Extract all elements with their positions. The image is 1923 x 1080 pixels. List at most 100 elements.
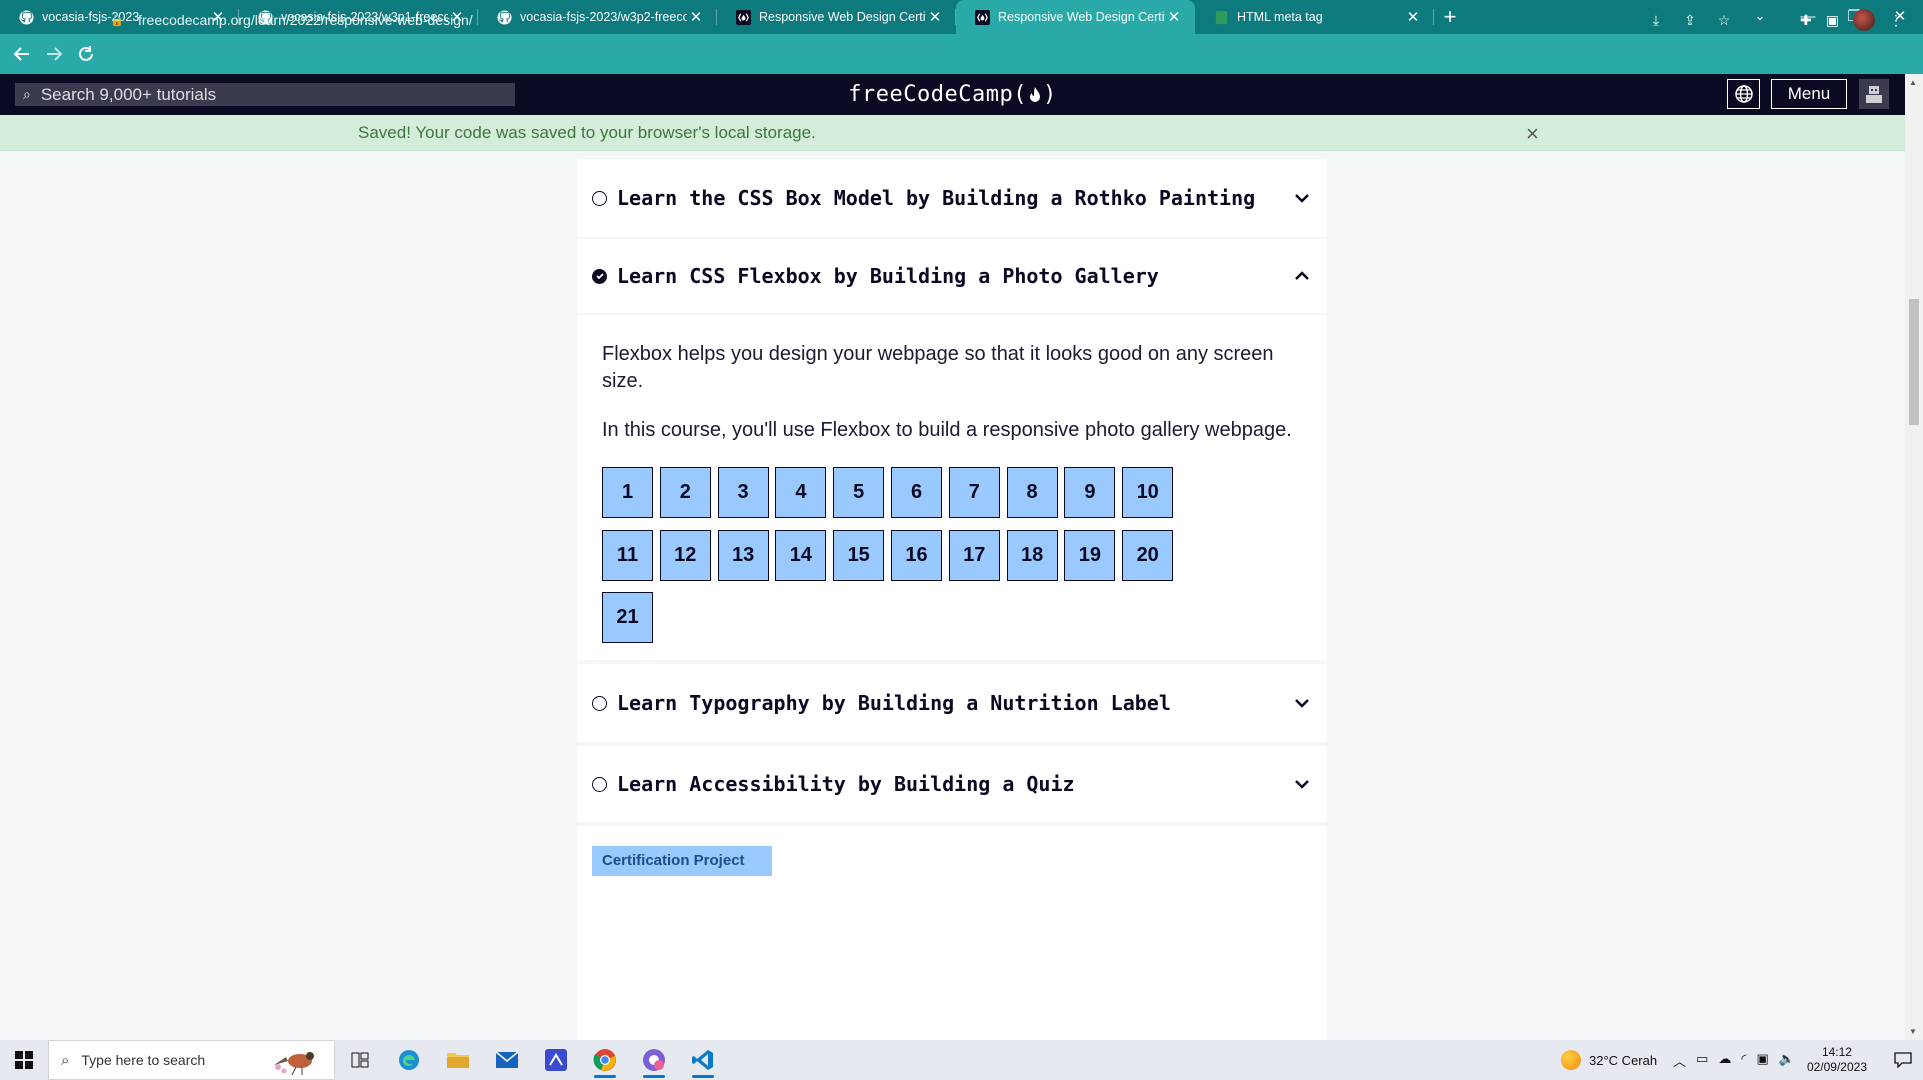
scroll-thumb[interactable] [1909,299,1919,425]
curriculum-content: Learn the CSS Box Model by Building a Ro… [0,151,1905,1040]
weather-sun-icon [1561,1050,1582,1070]
volume-icon[interactable]: 🔈 [1779,1051,1795,1070]
step-button[interactable]: 14 [775,529,827,581]
forward-button[interactable] [38,38,70,70]
language-globe-button[interactable] [1727,79,1760,109]
browser-menu-icon[interactable]: ⋮ [1889,12,1903,29]
task-view-icon[interactable] [335,1040,384,1080]
omnibox-actions: ⤓ ⇪ ☆ [1645,4,1735,36]
start-button[interactable] [0,1040,48,1080]
flame-icon [1028,86,1042,104]
step-button[interactable]: 9 [1064,467,1116,518]
step-button[interactable]: 7 [948,467,1000,518]
block-header[interactable]: Learn Typography by Building a Nutrition… [577,664,1327,742]
chevron-up-icon [1277,271,1327,281]
taskbar-search-input[interactable]: ⌕ Type here to search [48,1040,335,1080]
fcc-logo-text-right: ) [1042,82,1057,107]
incomplete-circle-icon [592,776,607,792]
step-button[interactable]: 4 [775,467,827,518]
description-paragraph: Flexbox helps you design your webpage so… [602,343,1274,392]
step-button[interactable]: 12 [659,529,711,581]
clock[interactable]: 14:12 02/09/2023 [1807,1045,1867,1075]
vscode-icon[interactable] [678,1040,727,1080]
taskbar-search-placeholder: Type here to search [81,1052,206,1068]
step-button[interactable]: 20 [1122,529,1174,581]
page-scrollbar[interactable]: ▲ ▼ [1905,74,1923,1040]
fcc-logo-text-left: freeCodeCamp( [848,82,1027,107]
block-title: Learn the CSS Box Model by Building a Ro… [617,186,1256,210]
step-button[interactable]: 1 [602,467,653,518]
tray-icons: ︿ ▭ ☁ ◜ ▣ 🔈 [1673,1051,1795,1070]
scroll-up-arrow-icon[interactable]: ▲ [1909,78,1917,87]
step-button[interactable]: 19 [1064,529,1116,581]
step-button[interactable]: 2 [659,467,711,518]
extensions-area: ✚ ▣ ⋮ [1800,4,1903,36]
fcc-navbar: ⌕ Search 9,000+ tutorials freeCodeCamp( … [0,74,1905,115]
wifi-icon[interactable]: ◜ [1741,1051,1746,1070]
install-app-icon[interactable]: ⤓ [1645,12,1667,29]
globe-icon [1734,85,1753,103]
chrome-icon[interactable] [580,1040,629,1080]
chevron-down-icon [1277,779,1327,789]
edge-browser-icon[interactable] [384,1040,433,1080]
system-tray: 32°C Cerah ︿ ▭ ☁ ◜ ▣ 🔈 14:12 02/09/2023 [1561,1040,1923,1080]
chrome-profile-icon[interactable] [629,1040,678,1080]
reload-button[interactable] [70,38,102,70]
side-panel-icon[interactable]: ▣ [1826,12,1839,29]
block-header[interactable]: Learn the CSS Box Model by Building a Ro… [577,159,1327,237]
step-button[interactable]: 10 [1122,467,1174,518]
step-button[interactable]: 3 [717,467,769,518]
windows-logo-icon [15,1051,33,1069]
incomplete-circle-icon [592,190,607,206]
block-header[interactable]: Learn Accessibility by Building a Quiz [577,746,1327,822]
block-certification-project: Certification Project [577,826,1327,1040]
visual-studio-icon[interactable] [531,1040,580,1080]
show-hidden-icons-chevron-icon[interactable]: ︿ [1673,1051,1686,1070]
profile-avatar[interactable] [1853,9,1875,31]
clock-date: 02/09/2023 [1806,1060,1867,1074]
bird-illustration-icon [274,1052,314,1076]
flash-close-button[interactable]: × [1526,121,1539,147]
tutorial-search-input[interactable]: ⌕ Search 9,000+ tutorials [15,83,515,106]
user-icon [1866,86,1882,103]
block-typography: Learn Typography by Building a Nutrition… [577,664,1327,742]
block-header[interactable]: Learn CSS Flexbox by Building a Photo Ga… [577,239,1327,313]
url-field[interactable]: 🔒 freecodecamp.org/learn/2022/responsive… [110,4,1760,36]
lock-icon[interactable]: 🔒 [110,14,132,27]
block-title: Learn CSS Flexbox by Building a Photo Ga… [617,264,1159,288]
weather-widget[interactable]: 32°C Cerah [1561,1050,1657,1070]
chevron-down-icon [1277,698,1327,708]
mail-icon[interactable] [482,1040,531,1080]
battery-icon[interactable]: ▭ [1696,1051,1708,1070]
step-button[interactable]: 13 [717,529,769,581]
file-explorer-icon[interactable] [433,1040,482,1080]
bookmark-star-icon[interactable]: ☆ [1713,12,1735,29]
scroll-down-arrow-icon[interactable]: ▼ [1909,1027,1917,1036]
step-button[interactable]: 15 [833,529,885,581]
url-text: freecodecamp.org/learn/2022/responsive-w… [138,12,473,28]
notification-center-icon[interactable] [1883,1040,1923,1080]
step-button[interactable]: 17 [948,529,1000,581]
share-icon[interactable]: ⇪ [1679,12,1701,29]
saved-flash-message: Saved! Your code was saved to your brows… [0,115,1905,151]
step-button[interactable]: 21 [602,592,653,643]
network-icon[interactable]: ▣ [1756,1051,1768,1070]
step-button[interactable]: 5 [833,467,885,518]
step-button[interactable]: 16 [891,529,942,581]
user-avatar-button[interactable] [1859,79,1889,109]
github-icon [18,9,34,25]
block-flexbox: Learn CSS Flexbox by Building a Photo Ga… [577,239,1327,660]
step-button[interactable]: 11 [602,529,653,581]
back-button[interactable] [6,38,38,70]
onedrive-cloud-icon[interactable]: ☁ [1718,1051,1731,1070]
flash-message-text: Saved! Your code was saved to your brows… [358,123,816,142]
extensions-puzzle-icon[interactable]: ✚ [1800,12,1812,29]
step-button[interactable]: 6 [891,467,942,518]
search-icon: ⌕ [23,86,31,102]
incomplete-circle-icon [592,695,607,711]
certification-project-button[interactable]: Certification Project [592,846,772,876]
step-button[interactable]: 18 [1006,529,1058,581]
block-accessibility: Learn Accessibility by Building a Quiz [577,746,1327,822]
step-button[interactable]: 8 [1006,467,1058,518]
menu-button[interactable]: Menu [1771,79,1847,109]
